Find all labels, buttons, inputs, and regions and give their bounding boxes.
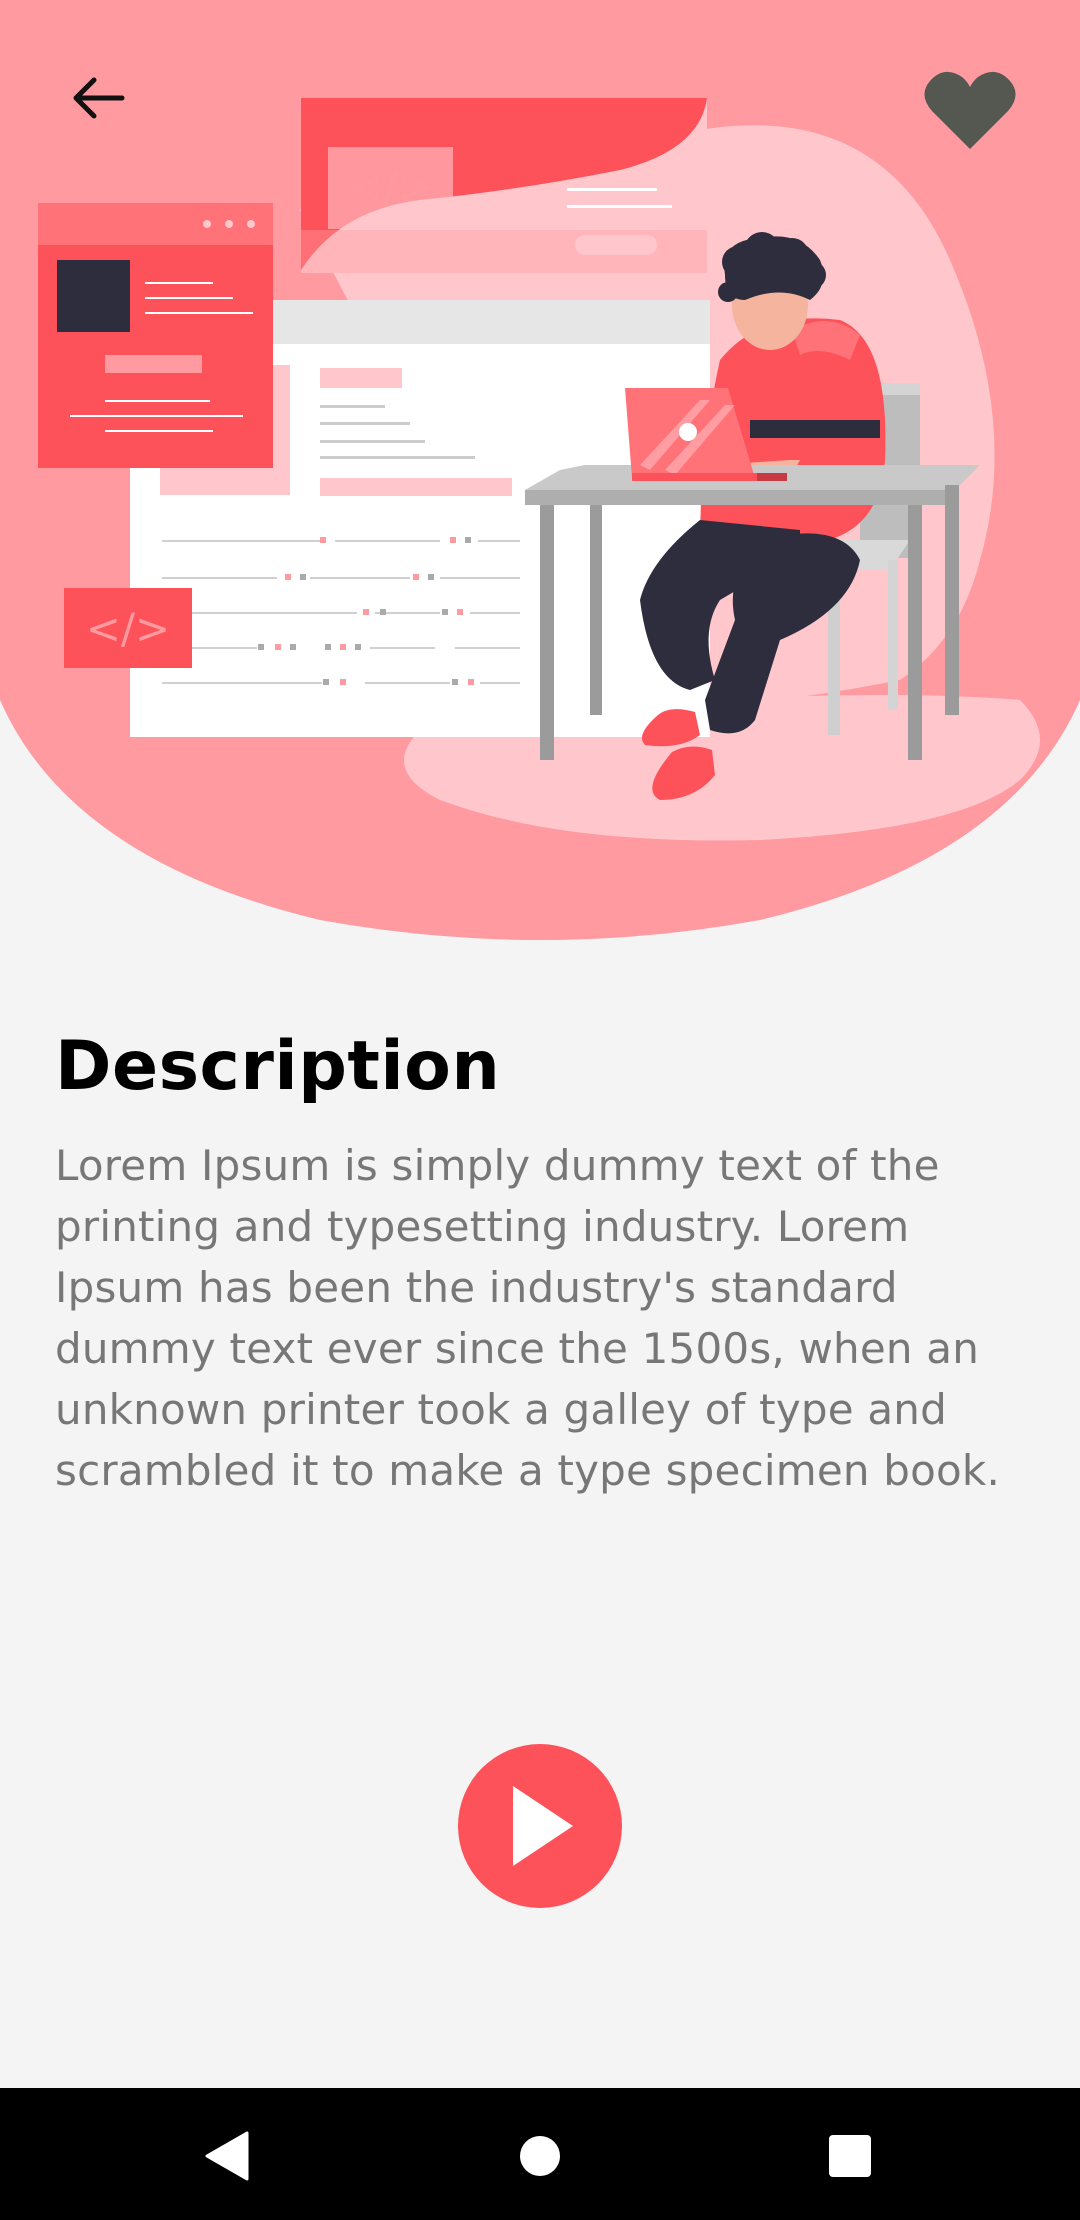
description-section: Description Lorem Ipsum is simply dummy … xyxy=(55,1027,1015,1501)
page-title: Description xyxy=(55,1027,501,1106)
nav-back-button[interactable] xyxy=(176,2106,276,2206)
play-button[interactable] xyxy=(458,1744,622,1908)
description-text: Lorem Ipsum is simply dummy text of the … xyxy=(55,1140,1000,1495)
screen: </> </> Description Lorem Ipsum is simpl… xyxy=(0,0,1080,2220)
nav-recents-icon xyxy=(829,2135,871,2177)
arrow-left-icon xyxy=(73,77,124,118)
nav-home-button[interactable] xyxy=(490,2106,590,2206)
nav-home-icon xyxy=(520,2136,560,2176)
favorite-button[interactable] xyxy=(915,55,1025,165)
code-tag-top: </> xyxy=(346,162,435,213)
nav-back-icon xyxy=(205,2131,249,2181)
play-icon xyxy=(513,1786,573,1866)
heart-icon xyxy=(924,71,1016,149)
system-navigation-bar xyxy=(0,2088,1080,2220)
code-tag-small: </> xyxy=(86,604,171,653)
back-button[interactable] xyxy=(55,55,140,140)
nav-recents-button[interactable] xyxy=(800,2106,900,2206)
